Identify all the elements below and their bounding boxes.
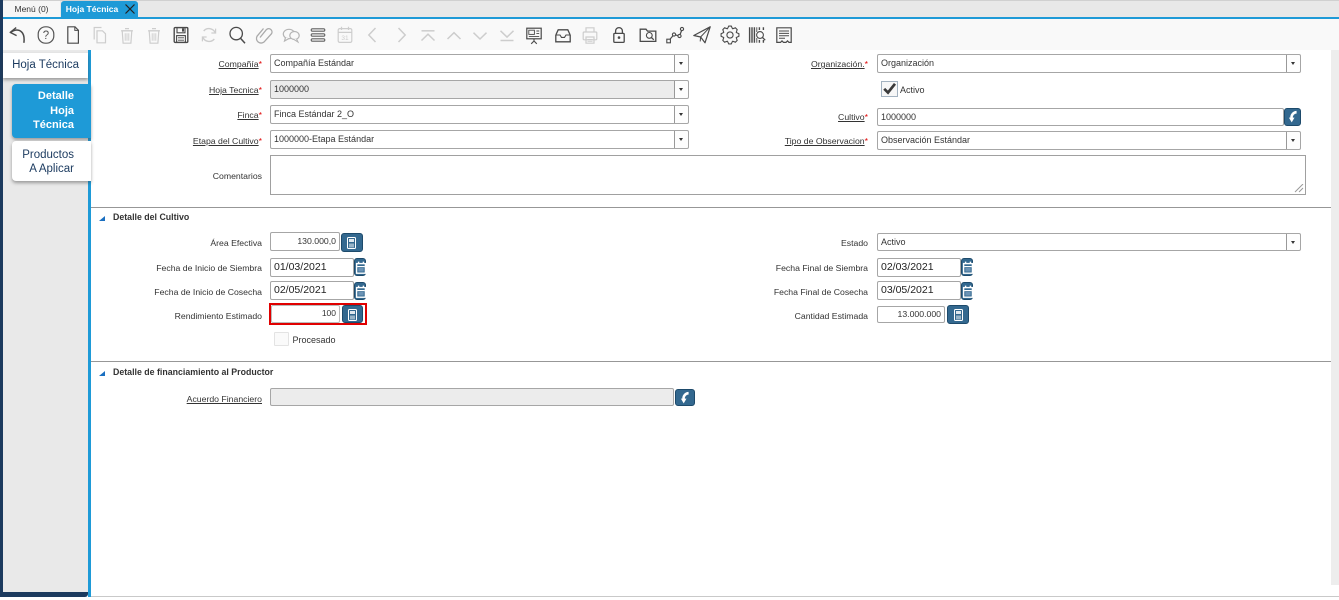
svg-text:?: ? <box>42 30 48 42</box>
svg-text:31: 31 <box>341 35 349 42</box>
